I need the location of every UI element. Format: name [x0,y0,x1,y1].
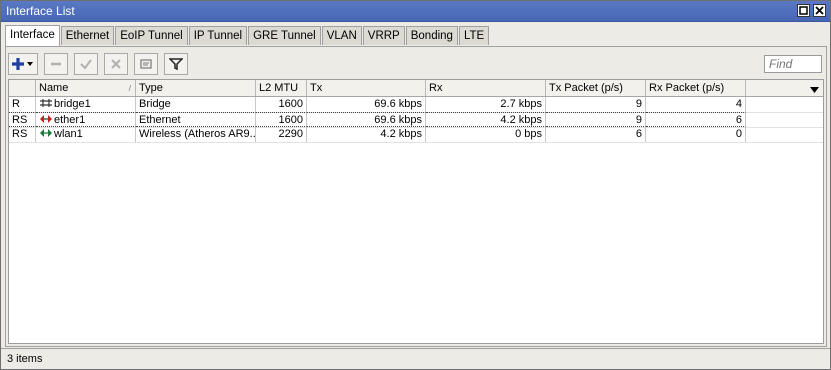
tab-ip-tunnel[interactable]: IP Tunnel [188,26,248,45]
column-menu[interactable] [746,80,823,96]
tab-gre-tunnel[interactable]: GRE Tunnel [248,26,321,45]
row-name: wlan1 [36,127,136,142]
bridge-icon [40,99,52,107]
row-tx: 69.6 kbps [307,97,426,112]
row-rx-packet: 6 [646,112,746,127]
header-name-label: Name [39,82,69,94]
row-flags: R [9,97,36,112]
ethernet-icon [40,115,52,123]
title-bar[interactable]: Interface List [1,1,830,22]
wireless-icon [40,129,52,137]
row-type: Wireless (Atheros AR9... [136,127,256,142]
header-type[interactable]: Type [136,80,256,96]
comment-button[interactable] [134,53,158,75]
tab-panel: Name / Type L2 MTU Tx Rx Tx Packet (p/s)… [5,46,827,347]
find-input[interactable] [764,55,822,73]
interface-list-window: Interface List Interface Ethernet EoIP T… [0,0,831,370]
row-l2mtu: 1600 [256,112,307,127]
remove-button[interactable] [44,53,68,75]
row-type: Bridge [136,97,256,112]
column-menu-arrow-icon [810,83,819,96]
tab-vlan[interactable]: VLAN [321,26,362,45]
close-icon [815,6,824,15]
row-flags: RS [9,112,36,127]
row-rx-packet: 4 [646,97,746,112]
tab-ethernet[interactable]: Ethernet [60,26,115,45]
window-title: Interface List [6,4,75,18]
tab-bonding[interactable]: Bonding [405,26,458,45]
row-type: Ethernet [136,112,256,127]
tab-interface[interactable]: Interface [5,25,60,46]
header-tx-packet[interactable]: Tx Packet (p/s) [546,80,646,96]
item-count: 3 items [7,353,43,365]
x-icon [111,59,121,69]
close-button[interactable] [813,4,826,17]
row-tx: 69.6 kbps [307,112,426,127]
filter-icon [169,58,183,71]
minus-icon [51,62,61,66]
sort-arrow-icon: / [128,84,131,93]
row-tx-packet: 9 [546,112,646,127]
row-name: ether1 [36,112,136,127]
row-flags: RS [9,127,36,142]
table-row[interactable]: R bridge1 Bridge 1600 69.6 kbps 2.7 kbps… [9,97,823,113]
table-row[interactable]: RS wlan1 Wireless (Atheros AR9... 2290 4… [9,127,823,143]
toolbar [8,53,188,75]
row-name-text: ether1 [54,114,86,126]
row-tx-packet: 6 [546,127,646,142]
plus-icon [12,58,33,70]
tab-vrrp[interactable]: VRRP [362,26,405,45]
row-name-text: bridge1 [54,98,91,110]
header-tx[interactable]: Tx [307,80,426,96]
row-rx: 0 bps [426,127,546,142]
enable-button[interactable] [74,53,98,75]
row-rx-packet: 0 [646,127,746,142]
tab-eoip-tunnel[interactable]: EoIP Tunnel [115,26,188,45]
disable-button[interactable] [104,53,128,75]
row-tx-packet: 9 [546,97,646,112]
tab-bar: Interface Ethernet EoIP Tunnel IP Tunnel… [5,25,490,46]
row-tx: 4.2 kbps [307,127,426,142]
header-rx-packet[interactable]: Rx Packet (p/s) [646,80,746,96]
row-name-text: wlan1 [54,128,83,140]
add-button[interactable] [8,53,38,75]
status-bar: 3 items [1,348,830,369]
check-icon [80,59,92,70]
table-header: Name / Type L2 MTU Tx Rx Tx Packet (p/s)… [9,80,823,97]
row-l2mtu: 2290 [256,127,307,142]
row-name: bridge1 [36,97,136,112]
interface-table: Name / Type L2 MTU Tx Rx Tx Packet (p/s)… [8,79,824,344]
header-name[interactable]: Name / [36,80,136,96]
tab-lte[interactable]: LTE [458,26,490,45]
row-rx: 2.7 kbps [426,97,546,112]
header-flags[interactable] [9,80,36,96]
row-rx: 4.2 kbps [426,112,546,127]
header-rx[interactable]: Rx [426,80,546,96]
header-l2mtu[interactable]: L2 MTU [256,80,307,96]
filter-button[interactable] [164,53,188,75]
row-l2mtu: 1600 [256,97,307,112]
table-row[interactable]: RS ether1 Ethernet 1600 69.6 kbps 4.2 kb… [9,112,823,128]
maximize-button[interactable] [797,4,810,17]
maximize-icon [799,6,808,15]
comment-icon [140,59,152,69]
